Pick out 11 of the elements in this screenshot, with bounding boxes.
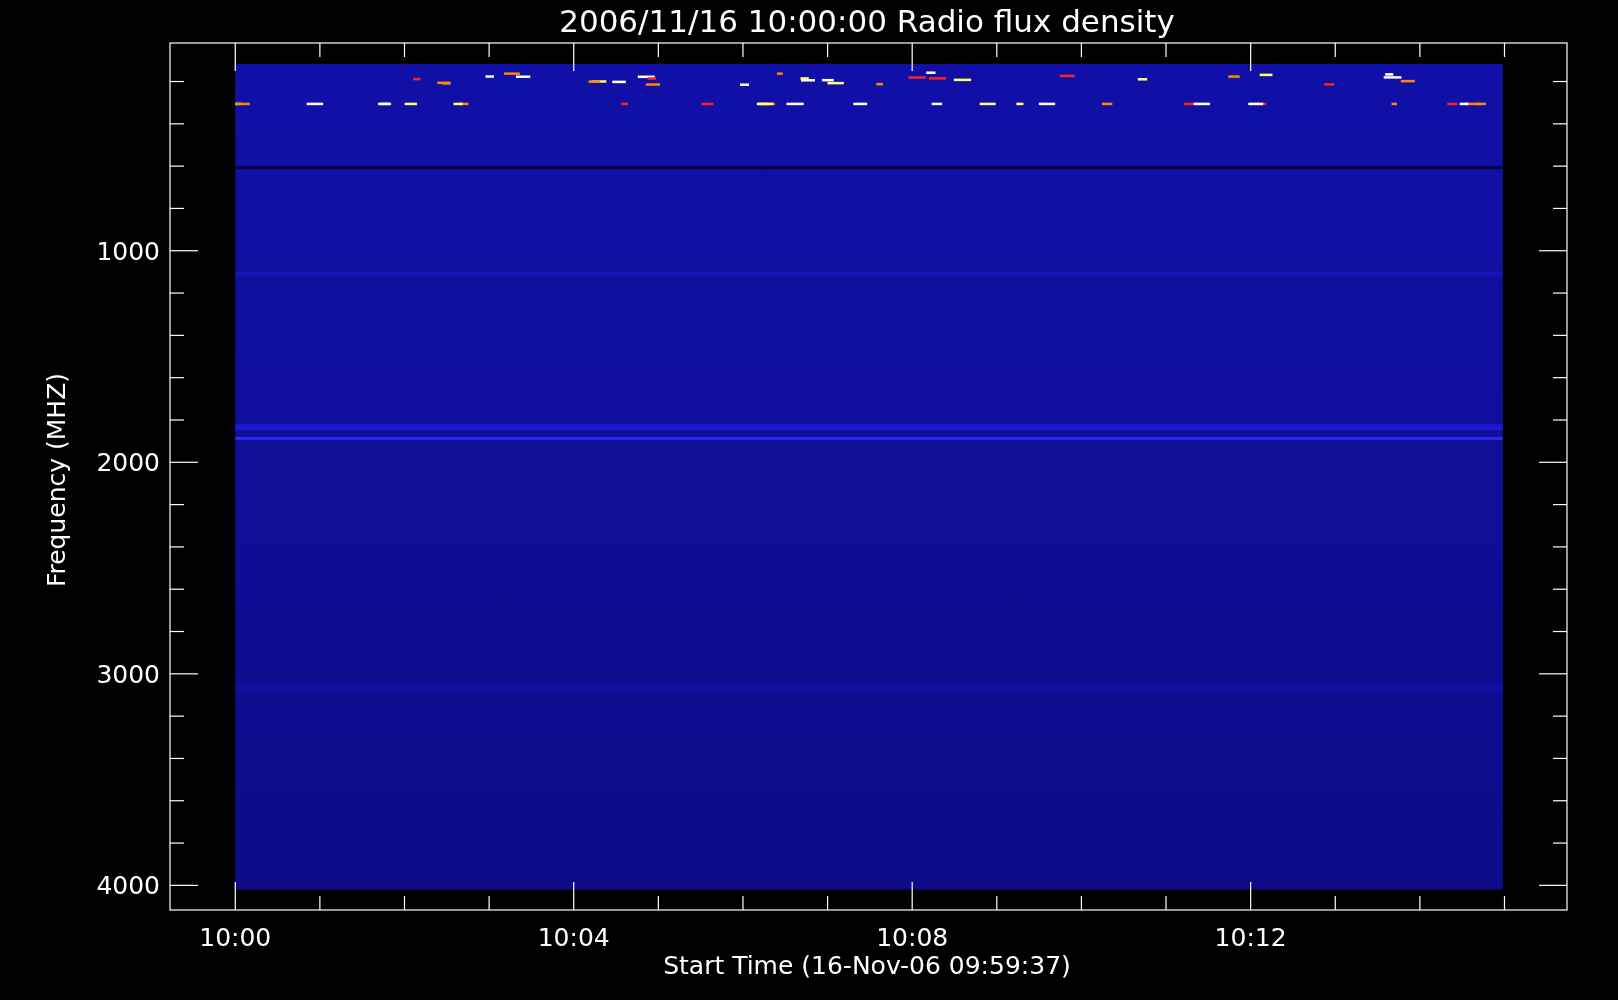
- y-tick-label: 4000: [96, 871, 160, 901]
- y-axis-label: Frequency (MHZ): [42, 372, 71, 588]
- x-tick-label: 10:12: [1214, 923, 1287, 952]
- y-tick-label: 1000: [96, 236, 160, 266]
- x-tick-label: 10:00: [199, 923, 272, 952]
- y-tick-label: 2000: [96, 448, 160, 478]
- x-tick-label: 10:08: [876, 923, 949, 952]
- x-axis-label: Start Time (16-Nov-06 09:59:37): [663, 951, 1071, 980]
- x-tick-label: 10:04: [537, 923, 610, 952]
- y-tick-label: 3000: [96, 659, 160, 689]
- chart-title: 2006/11/16 10:00:00 Radio flux density: [559, 3, 1175, 39]
